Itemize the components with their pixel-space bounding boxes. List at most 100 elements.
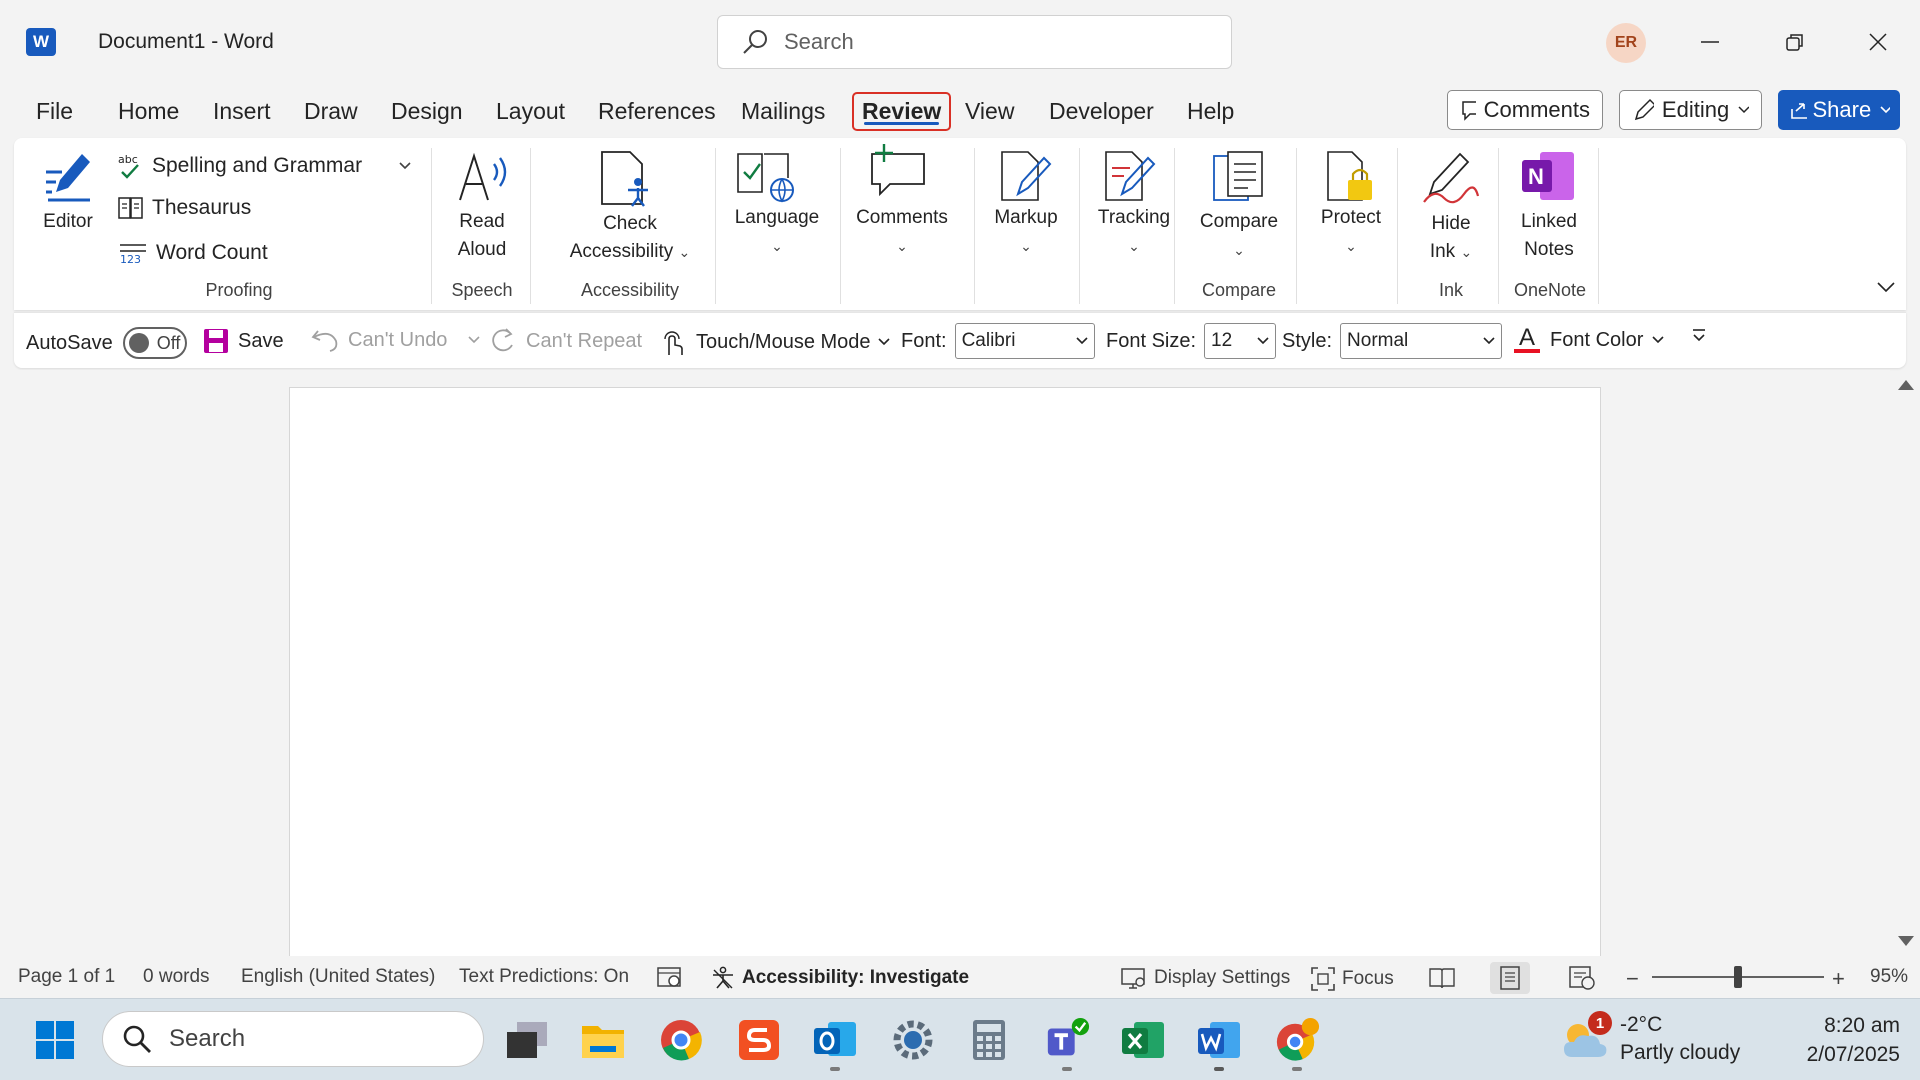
taskbar-search[interactable]: Search (102, 1011, 484, 1067)
chevron-down-icon: ⌄ (1020, 238, 1032, 254)
font-value: Calibri (961, 330, 1016, 351)
compare-button[interactable]: Compare ⌄ (1184, 208, 1294, 264)
title-search-box[interactable]: Search (717, 15, 1232, 69)
chevron-down-icon: ⌄ (1233, 242, 1245, 258)
linked-notes-label-2: Notes (1524, 239, 1574, 260)
compare-group-label: Compare (1201, 280, 1277, 300)
word-count-status[interactable]: 0 words (143, 966, 210, 988)
undo-button[interactable]: Can't Undo (310, 327, 481, 353)
word-app-icon[interactable]: W (26, 28, 56, 56)
accessibility-icon (713, 966, 733, 989)
tab-design[interactable]: Design (383, 94, 471, 129)
calculator-icon[interactable] (966, 1017, 1012, 1063)
editing-mode-button[interactable]: Editing (1619, 90, 1762, 130)
teams-icon[interactable] (1044, 1017, 1090, 1063)
outlook-icon[interactable] (812, 1017, 858, 1063)
save-button[interactable]: Save (202, 327, 284, 355)
linked-notes-button[interactable]: Linked Notes (1504, 208, 1594, 264)
accessibility-status[interactable]: Accessibility: Investigate (710, 966, 969, 990)
editor-button[interactable]: Editor (38, 208, 98, 236)
tab-mailings[interactable]: Mailings (733, 94, 833, 129)
tab-help[interactable]: Help (1179, 94, 1242, 129)
chevron-down-icon[interactable] (467, 335, 481, 345)
chrome-icon[interactable] (658, 1017, 704, 1063)
customize-toolbar-button[interactable] (1690, 327, 1708, 345)
language-button[interactable]: Language ⌄ (722, 204, 832, 260)
read-aloud-label-2: Aloud (457, 239, 507, 260)
protect-button[interactable]: Protect ⌄ (1306, 204, 1396, 260)
autosave-state: Off (156, 332, 181, 353)
weather-widget[interactable]: 1 -2°C Partly cloudy (1560, 1011, 1760, 1071)
macro-recorder-icon[interactable] (656, 964, 690, 990)
print-layout-button[interactable] (1490, 962, 1530, 994)
restore-button[interactable] (1775, 22, 1815, 62)
scroll-up-icon[interactable] (1898, 380, 1914, 390)
zoom-level[interactable]: 95% (1870, 966, 1908, 988)
zoom-slider-thumb[interactable] (1734, 966, 1742, 988)
tab-review[interactable]: Review (852, 92, 952, 131)
font-color-button[interactable]: A Font Color (1514, 326, 1665, 353)
read-aloud-button[interactable]: Read Aloud (444, 208, 520, 264)
ribbon-separator (1079, 148, 1080, 304)
hide-ink-button[interactable]: Hide Ink ⌄ (1410, 210, 1492, 266)
tab-layout[interactable]: Layout (488, 94, 573, 129)
weather-temperature: -2°C (1620, 1013, 1663, 1036)
tab-developer[interactable]: Developer (1041, 94, 1162, 129)
word-taskbar-icon[interactable] (1196, 1017, 1242, 1063)
ribbon-collapse-icon[interactable] (1876, 280, 1896, 294)
document-title: Document1 - Word (98, 30, 274, 53)
ribbon-separator (1598, 148, 1599, 304)
minimize-button[interactable] (1690, 22, 1730, 62)
customize-icon (1693, 329, 1705, 342)
tab-view[interactable]: View (957, 94, 1022, 129)
web-layout-button[interactable] (1562, 962, 1602, 994)
font-dropdown[interactable]: Calibri (954, 323, 1095, 359)
compare-label: Compare (1199, 211, 1279, 232)
comments-button[interactable]: Comments (1447, 90, 1603, 130)
repeat-button[interactable]: Can't Repeat (488, 327, 642, 355)
markup-button[interactable]: Markup ⌄ (980, 204, 1072, 260)
document-page[interactable] (289, 387, 1601, 967)
zoom-in-button[interactable]: + (1832, 966, 1845, 992)
ribbon-separator (1397, 148, 1398, 304)
text-predictions-status[interactable]: Text Predictions: On (459, 966, 629, 988)
share-button[interactable]: Share (1778, 90, 1900, 130)
focus-mode-button[interactable]: Focus (1310, 966, 1394, 992)
file-explorer-icon[interactable] (580, 1017, 626, 1063)
check-accessibility-button[interactable]: Check Accessibility ⌄ (550, 210, 710, 266)
comments-ribbon-button[interactable]: Comments ⌄ (846, 204, 958, 260)
font-size-dropdown[interactable]: 12 (1204, 323, 1277, 359)
tab-insert[interactable]: Insert (205, 94, 279, 129)
settings-icon[interactable] (890, 1017, 936, 1063)
close-icon (1869, 33, 1887, 51)
tab-home[interactable]: Home (110, 94, 187, 129)
read-mode-button[interactable] (1422, 962, 1462, 994)
tab-references[interactable]: References (590, 94, 724, 129)
chrome-profile-icon[interactable] (1274, 1017, 1320, 1063)
word-count-button[interactable]: 123 Word Count (118, 241, 268, 265)
user-avatar[interactable]: ER (1606, 23, 1646, 63)
style-dropdown[interactable]: Normal (1340, 323, 1503, 359)
display-settings-button[interactable]: Display Settings (1120, 966, 1290, 990)
tab-draw[interactable]: Draw (296, 94, 366, 129)
review-ribbon: Editor abc Spelling and Grammar Thesauru… (14, 138, 1906, 310)
language-status[interactable]: English (United States) (241, 966, 435, 988)
thesaurus-button[interactable]: Thesaurus (118, 196, 251, 220)
start-button[interactable] (32, 1017, 78, 1063)
scroll-down-icon[interactable] (1898, 936, 1914, 946)
tab-file[interactable]: File (28, 94, 81, 129)
excel-icon[interactable] (1120, 1017, 1166, 1063)
autosave-toggle[interactable]: Off (122, 327, 187, 359)
page-count[interactable]: Page 1 of 1 (18, 966, 115, 988)
task-view-icon[interactable] (504, 1017, 550, 1063)
vertical-scrollbar[interactable] (1890, 370, 1920, 956)
onenote-icon: N (1522, 152, 1574, 200)
slides-app-icon[interactable] (736, 1017, 782, 1063)
touch-mouse-mode-button[interactable]: Touch/Mouse Mode (658, 327, 891, 357)
tracking-button[interactable]: Tracking ⌄ (1084, 204, 1184, 260)
spelling-grammar-button[interactable]: abc Spelling and Grammar (118, 152, 420, 180)
system-clock[interactable]: 8:20 am 2/07/2025 (1770, 1011, 1900, 1069)
ribbon-separator (715, 148, 716, 304)
zoom-out-button[interactable]: − (1626, 966, 1639, 992)
close-button[interactable] (1858, 22, 1898, 62)
